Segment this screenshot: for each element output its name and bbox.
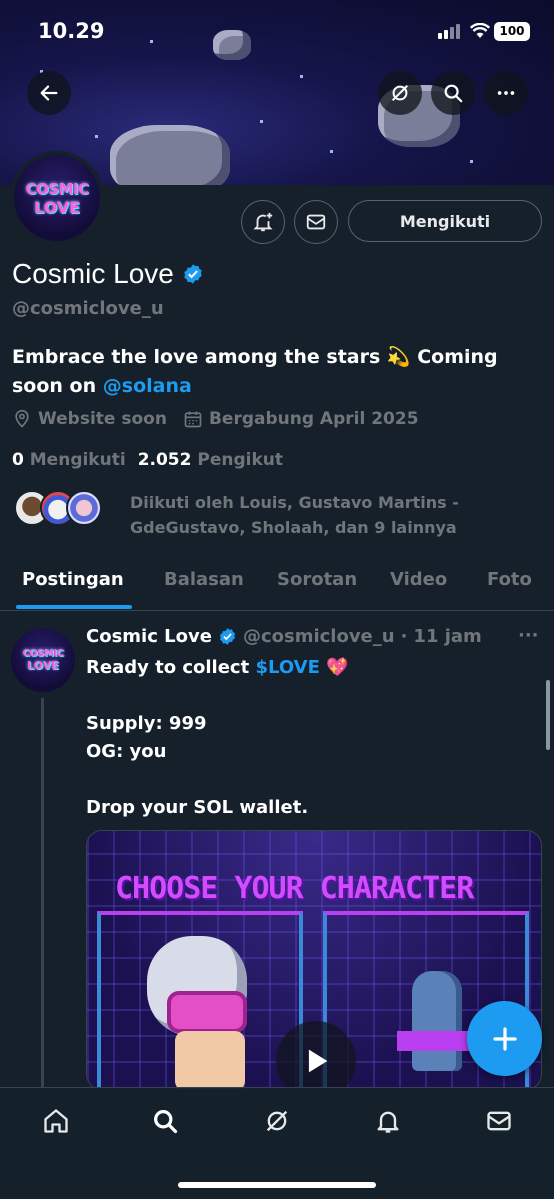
grok-icon: [266, 1110, 288, 1132]
thread-line: [41, 698, 44, 1088]
followers-label: Pengikut: [197, 450, 284, 470]
post-avatar-logo-line1: COSMIC: [22, 648, 64, 659]
mutual-followers-avatars[interactable]: [14, 490, 102, 526]
tab-balasan[interactable]: Balasan: [164, 569, 244, 590]
tab-sorotan[interactable]: Sorotan: [277, 569, 357, 590]
tab-postingan[interactable]: Postingan: [22, 569, 124, 590]
post-text: Ready to collect $LOVE 💖 Supply: 999 OG:…: [86, 654, 536, 822]
tab-video[interactable]: Video: [390, 569, 447, 590]
nav-home[interactable]: [41, 1106, 71, 1136]
grok-button[interactable]: [378, 71, 422, 115]
profile-avatar[interactable]: COSMIC LOVE: [10, 151, 104, 245]
nav-notifications[interactable]: [373, 1106, 403, 1136]
nav-grok[interactable]: [262, 1106, 292, 1136]
profile-name-row: Cosmic Love: [12, 258, 204, 290]
active-tab-indicator: [16, 605, 132, 609]
play-icon: [308, 1049, 328, 1073]
message-button[interactable]: [294, 200, 338, 244]
post-line2: Supply: 999: [86, 713, 207, 734]
post-more-button[interactable]: ···: [518, 625, 539, 646]
location-icon: [15, 409, 29, 428]
more-options-button[interactable]: [484, 71, 528, 115]
bio-text: Embrace the love among the stars 💫 Comin…: [12, 346, 498, 397]
asteroid-medium: [110, 125, 230, 185]
followers-link[interactable]: 2.052 Pengikut: [138, 450, 283, 470]
notify-button[interactable]: [241, 200, 285, 244]
wifi-icon: [470, 23, 490, 38]
followed-by-text[interactable]: Diikuti oleh Louis, Gustavo Martins - Gd…: [130, 490, 540, 540]
mail-icon: [306, 214, 326, 230]
profile-tabs: Postingan Balasan Sorotan Video Foto: [0, 556, 554, 611]
home-icon: [44, 1109, 68, 1133]
post-timestamp[interactable]: 11 jam: [413, 626, 481, 647]
post-line1: Ready to collect: [86, 657, 256, 678]
following-label: Mengikuti: [29, 450, 126, 470]
followers-count: 2.052: [137, 450, 192, 470]
notification-add-icon: [253, 212, 273, 232]
post-emoji: 💖: [319, 657, 349, 678]
notifications-icon: [377, 1111, 399, 1133]
scrollbar-thumb[interactable]: [546, 680, 550, 750]
verified-icon[interactable]: [182, 263, 204, 285]
cashtag-link[interactable]: $LOVE: [255, 657, 319, 678]
battery-indicator: 100: [494, 22, 530, 41]
avatar: [66, 490, 102, 526]
post-line3: OG: you: [86, 741, 167, 762]
following-count: 0: [12, 450, 24, 470]
post-header: Cosmic Love @cosmiclove_u · 11 jam: [86, 626, 482, 647]
following-link[interactable]: 0 Mengikuti: [12, 450, 126, 470]
bio-mention-link[interactable]: @solana: [103, 375, 192, 397]
compose-button[interactable]: [467, 1001, 542, 1076]
verified-icon: [219, 628, 235, 645]
mail-icon: [487, 1111, 511, 1131]
post-separator: ·: [400, 626, 408, 647]
search-icon: [154, 1110, 178, 1134]
post-line4: Drop your SOL wallet.: [86, 797, 309, 818]
profile-name: Cosmic Love: [12, 258, 174, 289]
profile-bio: Embrace the love among the stars 💫 Comin…: [12, 343, 542, 401]
post-author-handle[interactable]: @cosmiclove_u: [243, 626, 395, 647]
character-spaceship: [397, 971, 477, 1089]
tab-foto[interactable]: Foto: [487, 569, 532, 590]
plus-icon: [492, 1026, 517, 1051]
post-author-name[interactable]: Cosmic Love: [86, 626, 212, 647]
back-arrow-icon: [40, 85, 58, 101]
character-astronaut: [137, 936, 257, 1089]
more-icon: [497, 91, 515, 95]
media-title: CHOOSE YOUR CHARACTER: [115, 871, 474, 906]
post-author-avatar[interactable]: COSMIC LOVE: [11, 628, 75, 692]
search-button[interactable]: [431, 71, 475, 115]
post-avatar-logo-line2: LOVE: [27, 659, 59, 672]
status-time: 10.29: [38, 19, 105, 43]
calendar-icon: [184, 411, 202, 428]
profile-handle: @cosmiclove_u: [12, 298, 164, 319]
nav-messages[interactable]: [484, 1106, 514, 1136]
signal-icon: [438, 24, 460, 39]
nav-search[interactable]: [150, 1106, 180, 1136]
following-button[interactable]: Mengikuti: [348, 200, 542, 242]
avatar-logo-line2: LOVE: [33, 197, 81, 217]
back-button[interactable]: [27, 71, 71, 115]
avatar-logo-line1: COSMIC: [25, 179, 89, 198]
follow-counts: 0 Mengikuti 2.052 Pengikut: [12, 450, 283, 470]
status-bar: 10.29 100: [0, 0, 554, 66]
joined-date: Bergabung April 2025: [208, 409, 419, 429]
home-indicator[interactable]: [178, 1182, 376, 1188]
website-text: Website soon: [38, 409, 167, 429]
grok-icon: [391, 84, 409, 102]
search-icon: [444, 84, 463, 103]
profile-meta: Website soon Bergabung April 2025: [12, 409, 419, 429]
